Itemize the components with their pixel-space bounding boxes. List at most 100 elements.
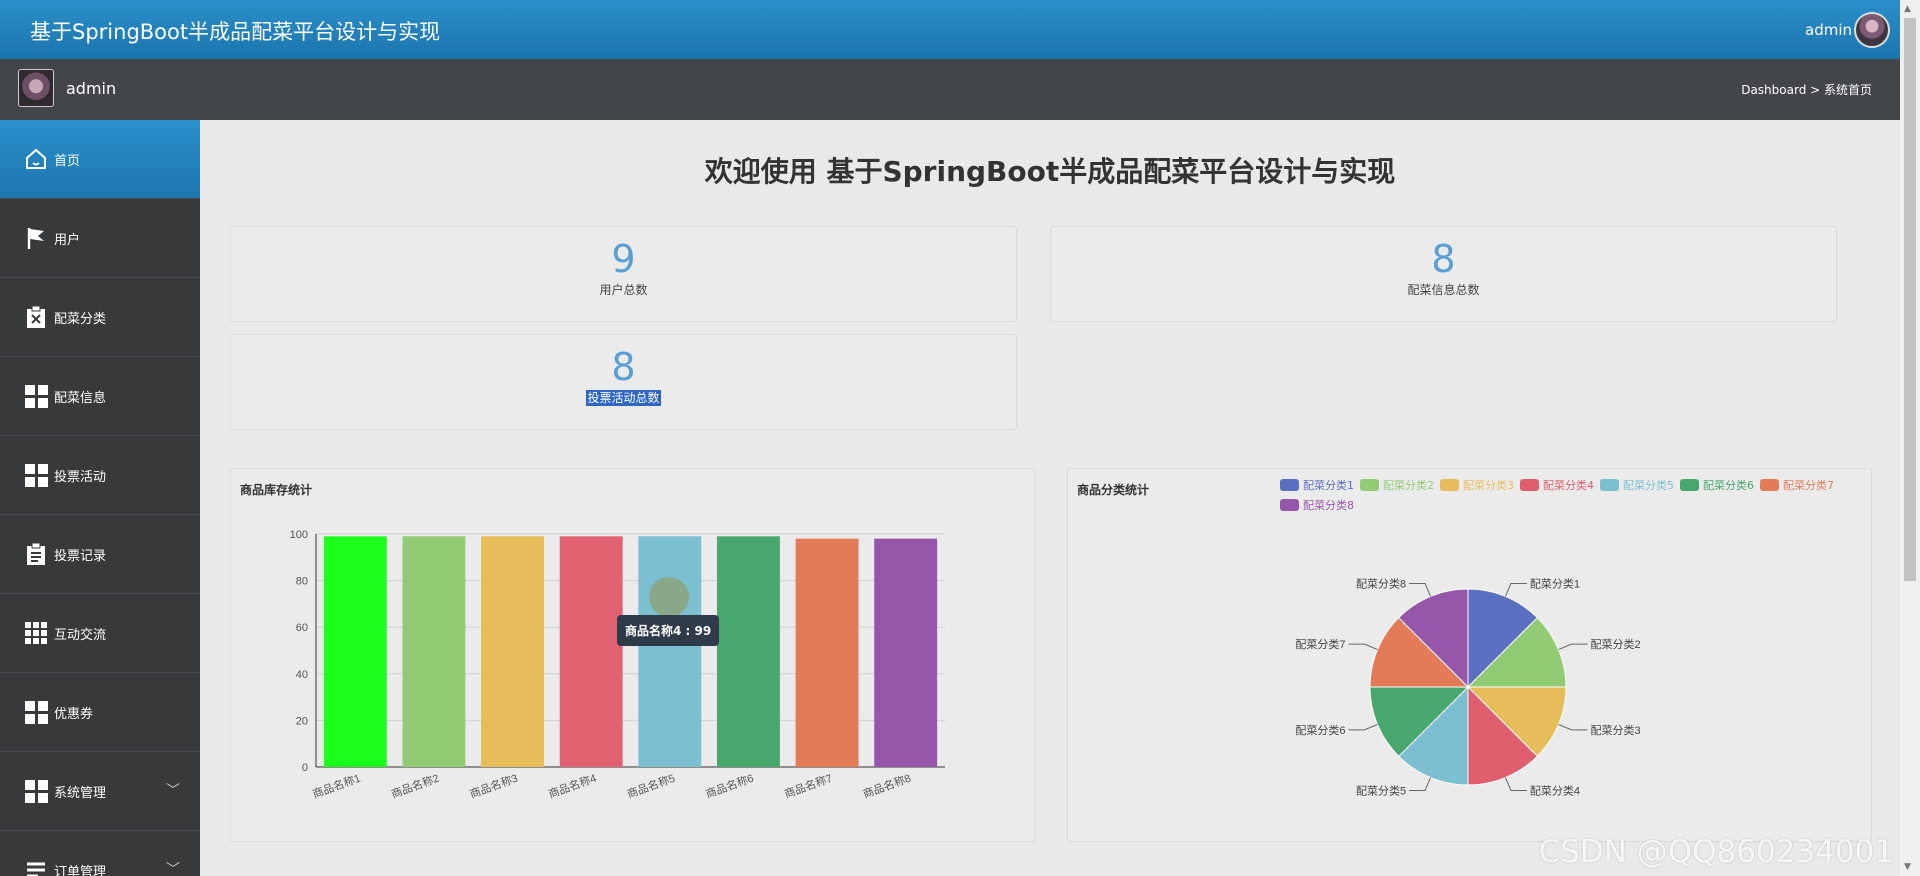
sidebar: 首页 用户 配菜分类 配菜信息 投票活动 投票记录 互动交流 优惠券 系统管理 <box>0 120 200 876</box>
sidebar-item-label: 互动交流 <box>54 627 107 643</box>
sidebar-item-users[interactable]: 用户 <box>0 199 200 278</box>
x-tick-label: 商品名称7 <box>782 771 834 801</box>
grid-icon <box>24 700 48 724</box>
clipboard-x-icon <box>24 305 48 329</box>
stat-label: 投票活动总数 <box>586 390 661 406</box>
sidebar-item-home[interactable]: 首页 <box>0 120 200 199</box>
sidebar-item-dish-info[interactable]: 配菜信息 <box>0 357 200 436</box>
pie-leader-line <box>1505 777 1527 791</box>
sub-header: admin Dashboard > 系统首页 <box>0 59 1900 120</box>
y-tick-label: 60 <box>296 622 308 634</box>
stat-card-dishes: 8 配菜信息总数 <box>1050 226 1837 322</box>
sidebar-item-coupon[interactable]: 优惠券 <box>0 673 200 752</box>
cursor-highlight <box>649 577 689 617</box>
sidebar-item-label: 配菜分类 <box>54 311 107 327</box>
page-title: 欢迎使用 基于SpringBoot半成品配菜平台设计与实现 <box>704 155 1396 188</box>
x-tick-label: 商品名称8 <box>861 771 913 801</box>
chevron-down-icon: ﹀ <box>166 862 180 876</box>
pie-slice-label: 配菜分类2 <box>1590 637 1640 651</box>
stat-card-users: 9 用户总数 <box>230 226 1017 322</box>
sidebar-item-label: 订单管理 <box>54 864 107 876</box>
home-icon <box>24 147 48 171</box>
bar <box>559 536 623 767</box>
sidebar-item-label: 配菜信息 <box>54 390 107 406</box>
pie-leader-line <box>1505 583 1527 597</box>
pie-slice-label: 配菜分类3 <box>1590 723 1640 737</box>
watermark: CSDN @QQ860234001 <box>1538 834 1894 870</box>
page-scrollbar[interactable]: ▲ ▼ <box>1900 0 1920 876</box>
x-tick-label: 商品名称3 <box>468 771 520 801</box>
sidebar-item-interaction[interactable]: 互动交流 <box>0 594 200 673</box>
app-title: 基于SpringBoot半成品配菜平台设计与实现 <box>30 20 441 44</box>
grid-icon <box>24 779 48 803</box>
bar <box>638 536 702 767</box>
y-tick-label: 40 <box>296 669 308 681</box>
pie-leader-line <box>1348 643 1378 650</box>
pie-slice-label: 配菜分类8 <box>1356 577 1406 591</box>
scrollbar-thumb[interactable] <box>1904 18 1916 581</box>
sidebar-item-orders[interactable]: 订单管理 ﹀ <box>0 831 200 876</box>
sidebar-item-vote-records[interactable]: 投票记录 <box>0 515 200 594</box>
pie-slice-label: 配菜分类4 <box>1530 783 1580 797</box>
grid9-icon <box>24 621 48 645</box>
pie-leader-line <box>1409 583 1431 597</box>
stat-label: 配菜信息总数 <box>1407 283 1480 297</box>
pie-slice-label: 配菜分类5 <box>1356 783 1406 797</box>
pie-slice-label: 配菜分类7 <box>1295 637 1345 651</box>
bar <box>481 536 545 767</box>
sidebar-item-label: 投票记录 <box>54 548 107 564</box>
x-tick-label: 商品名称2 <box>389 771 441 801</box>
sidebar-item-label: 优惠券 <box>54 706 94 722</box>
sidebar-item-label: 投票活动 <box>54 469 107 485</box>
sidebar-item-label: 用户 <box>54 232 81 248</box>
grid-icon <box>24 463 48 487</box>
y-tick-label: 80 <box>296 576 308 588</box>
stat-value: 8 <box>611 345 636 389</box>
pie-chart: 配菜分类1 配菜分类2 配菜分类3 配菜分类4 配菜分类5 配菜分类6 配菜分类7 配菜分类8 <box>1295 577 1640 798</box>
scroll-up-icon[interactable]: ▲ <box>1904 4 1911 14</box>
bar <box>402 536 466 767</box>
sidebar-item-label: 首页 <box>54 153 81 169</box>
pie-slice-label: 配菜分类1 <box>1530 577 1580 591</box>
x-tick-label: 商品名称4 <box>546 771 598 801</box>
pie-slice-label: 配菜分类6 <box>1295 723 1345 737</box>
breadcrumb[interactable]: Dashboard > 系统首页 <box>1741 81 1872 98</box>
sidebar-item-system[interactable]: 系统管理 ﹀ <box>0 752 200 831</box>
user-avatar <box>18 69 54 107</box>
header-username[interactable]: admin <box>1805 21 1852 39</box>
sub-username: admin <box>66 79 117 98</box>
pie-chart-panel: 商品分类统计 配菜分类1 配菜分类2 配菜分类3 配菜分类4 配菜分类5 配菜分类6 配菜分… <box>1067 468 1872 842</box>
y-tick-label: 100 <box>290 529 308 541</box>
sidebar-item-vote-activity[interactable]: 投票活动 <box>0 436 200 515</box>
pie-leader-line <box>1409 777 1431 791</box>
list-icon <box>24 858 48 876</box>
y-tick-label: 20 <box>296 715 308 727</box>
pie-leader-line <box>1558 724 1588 731</box>
pie-leader-line <box>1558 643 1588 650</box>
sidebar-item-label: 系统管理 <box>54 785 107 801</box>
grid-icon <box>24 384 48 408</box>
stat-value: 8 <box>1431 237 1456 281</box>
bar-chart: 0 20 40 60 80 100 商品名称1 商品名称2 商品名称3 商品名称4 商品名称5 商品名… <box>290 529 945 801</box>
bar-chart-panel: 商品库存统计 0 20 40 60 80 100 商品名称1 商品名称2 商品名称3 商品名称4 商… <box>230 468 1035 842</box>
chart-tooltip: 商品名称4 : 99 <box>617 615 720 646</box>
sidebar-item-dish-category[interactable]: 配菜分类 <box>0 278 200 357</box>
bar <box>323 536 387 767</box>
bar <box>874 538 938 767</box>
x-tick-label: 商品名称5 <box>625 771 677 801</box>
x-tick-label: 商品名称6 <box>704 771 756 801</box>
x-tick-label: 商品名称1 <box>310 771 362 801</box>
bar <box>716 536 780 767</box>
clipboard-list-icon <box>24 542 48 566</box>
main-content: 欢迎使用 基于SpringBoot半成品配菜平台设计与实现 9 用户总数 8 配… <box>200 120 1900 876</box>
scroll-down-icon[interactable]: ▼ <box>1904 862 1911 872</box>
chevron-down-icon: ﹀ <box>166 783 180 799</box>
bar <box>795 538 859 767</box>
header-avatar[interactable] <box>1854 12 1890 48</box>
flag-icon <box>24 226 48 250</box>
top-header: 基于SpringBoot半成品配菜平台设计与实现 admin <box>0 0 1900 59</box>
pie-leader-line <box>1348 724 1378 731</box>
stat-card-votes: 8 投票活动总数 <box>230 334 1017 430</box>
stat-value: 9 <box>611 237 636 281</box>
stat-label: 用户总数 <box>599 283 648 297</box>
